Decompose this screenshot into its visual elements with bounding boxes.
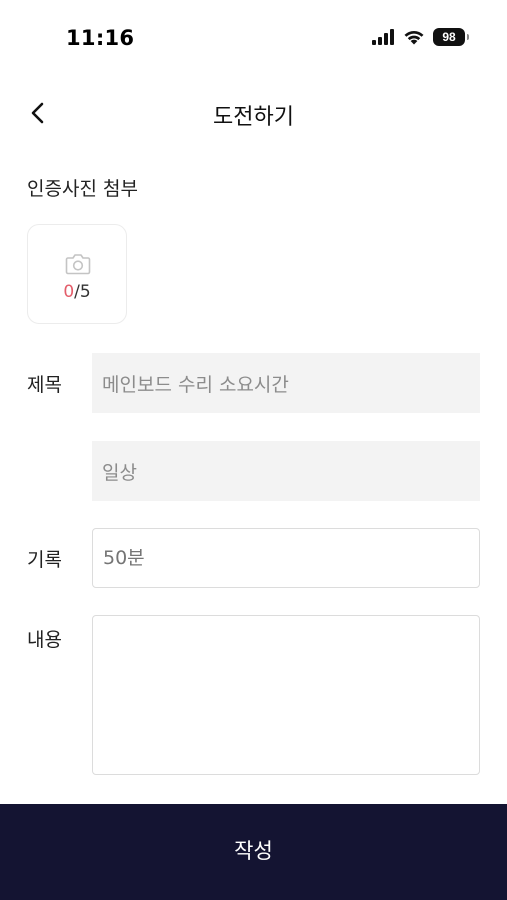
- signal-icon: [372, 29, 394, 45]
- photo-upload-button[interactable]: 0/5: [27, 224, 127, 324]
- category-field[interactable]: 일상: [92, 441, 480, 501]
- content-field[interactable]: [92, 615, 480, 775]
- content-label: 내용: [27, 629, 62, 651]
- record-label: 기록: [27, 549, 62, 571]
- battery-level: 98: [442, 30, 456, 44]
- title-label: 제목: [27, 374, 62, 396]
- title-field[interactable]: 메인보드 수리 소요시간: [92, 353, 480, 413]
- camera-icon: [65, 254, 91, 275]
- record-field[interactable]: [92, 528, 480, 588]
- photo-count-current: 0: [63, 282, 75, 302]
- photo-count: 0/5: [28, 282, 126, 302]
- category-value: 일상: [102, 461, 137, 484]
- photo-section-label: 인증사진 첨부: [27, 178, 138, 200]
- header: 도전하기: [0, 85, 507, 141]
- status-icons: 98: [371, 28, 469, 46]
- submit-button[interactable]: 작성: [0, 804, 507, 900]
- battery-icon: 98: [433, 28, 469, 46]
- record-input[interactable]: [103, 547, 479, 569]
- page-title: 도전하기: [213, 105, 294, 130]
- status-bar: 11:16 98: [0, 0, 507, 78]
- title-value: 메인보드 수리 소요시간: [102, 373, 289, 396]
- wifi-icon: [404, 30, 424, 45]
- status-time: 11:16: [66, 26, 135, 50]
- content-textarea[interactable]: [103, 626, 479, 774]
- photo-count-max: /5: [74, 282, 91, 302]
